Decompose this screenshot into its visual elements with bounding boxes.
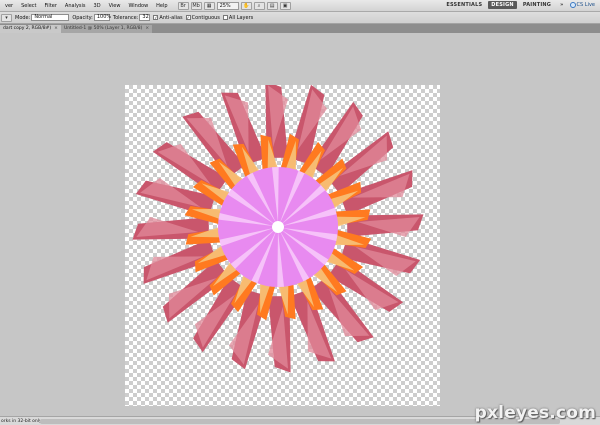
outer-petal-highlight: [307, 301, 332, 359]
close-icon[interactable]: ×: [145, 25, 149, 33]
contiguous-label: Contiguous: [191, 14, 220, 21]
outer-petal-highlight: [146, 256, 204, 281]
flower-artwork: [132, 85, 424, 373]
antialias-group: ✓ Anti-alias: [153, 14, 183, 21]
cs-live-label: CS Live: [576, 2, 595, 8]
document-tab-active[interactable]: dart copy 2, RGB/8#) ×: [0, 25, 61, 33]
arrange-documents-button[interactable]: ▤: [266, 1, 278, 10]
options-bar: ▾ Mode: Normal Opacity: 100% Tolerance: …: [0, 12, 600, 24]
contiguous-group: ✓ Contiguous: [185, 14, 220, 21]
close-icon[interactable]: ×: [54, 25, 58, 33]
tolerance-group: Tolerance: 32: [113, 14, 151, 21]
mode-select[interactable]: Normal: [31, 14, 70, 21]
zoom-level-field[interactable]: 25%: [216, 1, 239, 10]
tolerance-field[interactable]: 32: [139, 14, 151, 21]
alllayers-checkbox[interactable]: [222, 15, 228, 20]
alllayers-group: All Layers: [222, 14, 254, 21]
document-tab-label: dart copy 2, RGB/8#): [3, 26, 52, 31]
arrange-icon: ▤: [269, 2, 275, 9]
cs-live-icon: [569, 2, 576, 8]
menu-layer[interactable]: ver: [1, 3, 17, 9]
document-canvas[interactable]: [125, 85, 440, 406]
magnifier-icon: ⌕: [257, 2, 261, 9]
workspace-switcher: ESSENTIALS DESIGN PAINTING » CS Live: [443, 1, 595, 9]
watermark-logo: pxleyes.com: [474, 403, 596, 423]
document-tab-bar: dart copy 2, RGB/8#) × Untitled-1 @ 50% …: [0, 24, 600, 33]
contiguous-checkbox[interactable]: ✓: [185, 15, 191, 20]
opacity-group: Opacity: 100%: [72, 14, 111, 21]
workspace-essentials[interactable]: ESSENTIALS: [443, 1, 485, 9]
bridge-icon: Br: [180, 2, 186, 9]
tool-preset-picker[interactable]: ▾: [1, 13, 12, 22]
minibridge-icon: Mb: [192, 2, 200, 9]
hand-icon: ✋: [242, 2, 250, 9]
menu-view[interactable]: View: [105, 3, 125, 9]
menu-select[interactable]: Select: [17, 3, 40, 9]
workspace-painting[interactable]: PAINTING: [520, 1, 554, 9]
status-text: orks in 32-bit only: [1, 418, 42, 424]
workspace-design[interactable]: DESIGN: [488, 1, 517, 9]
opacity-field[interactable]: 100%: [93, 14, 111, 21]
mode-group: Mode: Normal: [15, 14, 70, 21]
zoom-tool-button[interactable]: ⌕: [253, 1, 265, 10]
antialias-checkbox[interactable]: ✓: [153, 15, 159, 20]
launch-minibridge-button[interactable]: Mb: [190, 1, 202, 10]
menu-window[interactable]: Window: [124, 3, 152, 9]
grid-icon: ▦: [206, 2, 212, 9]
menu-help[interactable]: Help: [152, 3, 171, 9]
center-dot: [272, 221, 284, 233]
document-tab-label: Untitled-1 @ 50% (Layer 1, RGB/8): [63, 26, 143, 31]
alllayers-label: All Layers: [228, 14, 254, 21]
menu-filter[interactable]: Filter: [41, 3, 61, 9]
workspace-more-button[interactable]: »: [557, 1, 566, 9]
paint-bucket-icon: ▾: [5, 14, 8, 21]
canvas-area[interactable]: [0, 33, 600, 416]
mode-label: Mode:: [15, 14, 31, 21]
cs-live-button[interactable]: CS Live: [569, 2, 595, 8]
antialias-label: Anti-alias: [159, 14, 183, 21]
screen-mode-icon: ▣: [282, 2, 288, 9]
opacity-label: Opacity:: [72, 14, 93, 21]
menu-bar: ver Select Filter Analysis 3D View Windo…: [0, 0, 600, 12]
launch-bridge-button[interactable]: Br: [177, 1, 189, 10]
document-tab-untitled[interactable]: Untitled-1 @ 50% (Layer 1, RGB/8) ×: [60, 25, 153, 33]
menu-analysis[interactable]: Analysis: [61, 3, 90, 9]
menu-tools: Br Mb ▦ 25% ✋ ⌕ ▤ ▣: [177, 1, 291, 10]
menu-3d[interactable]: 3D: [90, 3, 105, 9]
tolerance-label: Tolerance:: [112, 14, 139, 21]
view-extras-button[interactable]: ▦: [203, 1, 215, 10]
hand-tool-button[interactable]: ✋: [240, 1, 252, 10]
screen-mode-button[interactable]: ▣: [279, 1, 291, 10]
